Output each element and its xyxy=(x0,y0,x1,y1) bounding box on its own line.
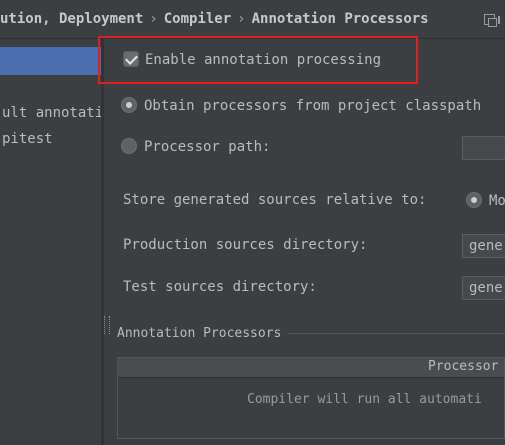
breadcrumb-item-compiler[interactable]: Compiler xyxy=(164,11,231,27)
profile-selection-highlight[interactable] xyxy=(0,47,101,75)
profile-item-pitest[interactable]: pitest xyxy=(2,131,53,147)
test-sources-input[interactable]: gene xyxy=(462,276,505,300)
breadcrumb-separator: › xyxy=(149,11,158,27)
production-sources-label: Production sources directory: xyxy=(123,237,368,253)
processors-table[interactable]: Processor Compiler will run all automati xyxy=(117,357,505,439)
store-generated-label: Store generated sources relative to: xyxy=(123,192,427,208)
checkmark-icon[interactable] xyxy=(123,51,139,67)
processor-path-input[interactable] xyxy=(462,136,505,160)
processor-path-radio[interactable]: Processor path: xyxy=(121,138,270,155)
settings-header: ution, Deployment › Compiler › Annotation Pr… xyxy=(0,0,505,39)
processors-table-empty-text: Compiler will run all automati xyxy=(247,392,482,407)
copy-icon[interactable] xyxy=(484,14,497,27)
enable-annotation-processing-checkbox[interactable]: Enable annotation processing xyxy=(123,51,381,68)
profile-item-default[interactable]: ult annotati xyxy=(2,105,103,121)
settings-content: Enable annotation processing Obtain proc… xyxy=(104,39,505,445)
breadcrumb-item-deployment[interactable]: ution, Deployment xyxy=(0,11,143,27)
breadcrumb-separator: › xyxy=(237,11,246,27)
radio-selected-icon[interactable] xyxy=(121,97,137,113)
radio-selected-icon[interactable] xyxy=(466,192,482,208)
enable-annotation-processing-label: Enable annotation processing xyxy=(145,52,382,68)
production-sources-input[interactable]: gene xyxy=(462,234,505,258)
processors-table-header[interactable]: Processor xyxy=(118,358,504,378)
store-relative-module-radio[interactable]: Mo xyxy=(466,192,505,209)
annotation-processors-group-title: Annotation Processors xyxy=(117,326,288,341)
breadcrumb: ution, Deployment › Compiler › Annotation Pr… xyxy=(0,11,429,27)
processor-column-header[interactable]: Processor xyxy=(428,359,498,374)
processor-path-label: Processor path: xyxy=(144,139,271,155)
profiles-panel: ult annotati pitest xyxy=(0,39,103,445)
obtain-from-classpath-radio[interactable]: Obtain processors from project classpath xyxy=(121,97,481,114)
store-relative-module-label: Mo xyxy=(489,193,505,209)
test-sources-label: Test sources directory: xyxy=(123,279,317,295)
pin-icon[interactable] xyxy=(498,16,505,24)
radio-icon[interactable] xyxy=(121,138,137,154)
breadcrumb-item-annotation-processors: Annotation Processors xyxy=(251,11,429,27)
obtain-from-classpath-label: Obtain processors from project classpath xyxy=(144,98,482,114)
